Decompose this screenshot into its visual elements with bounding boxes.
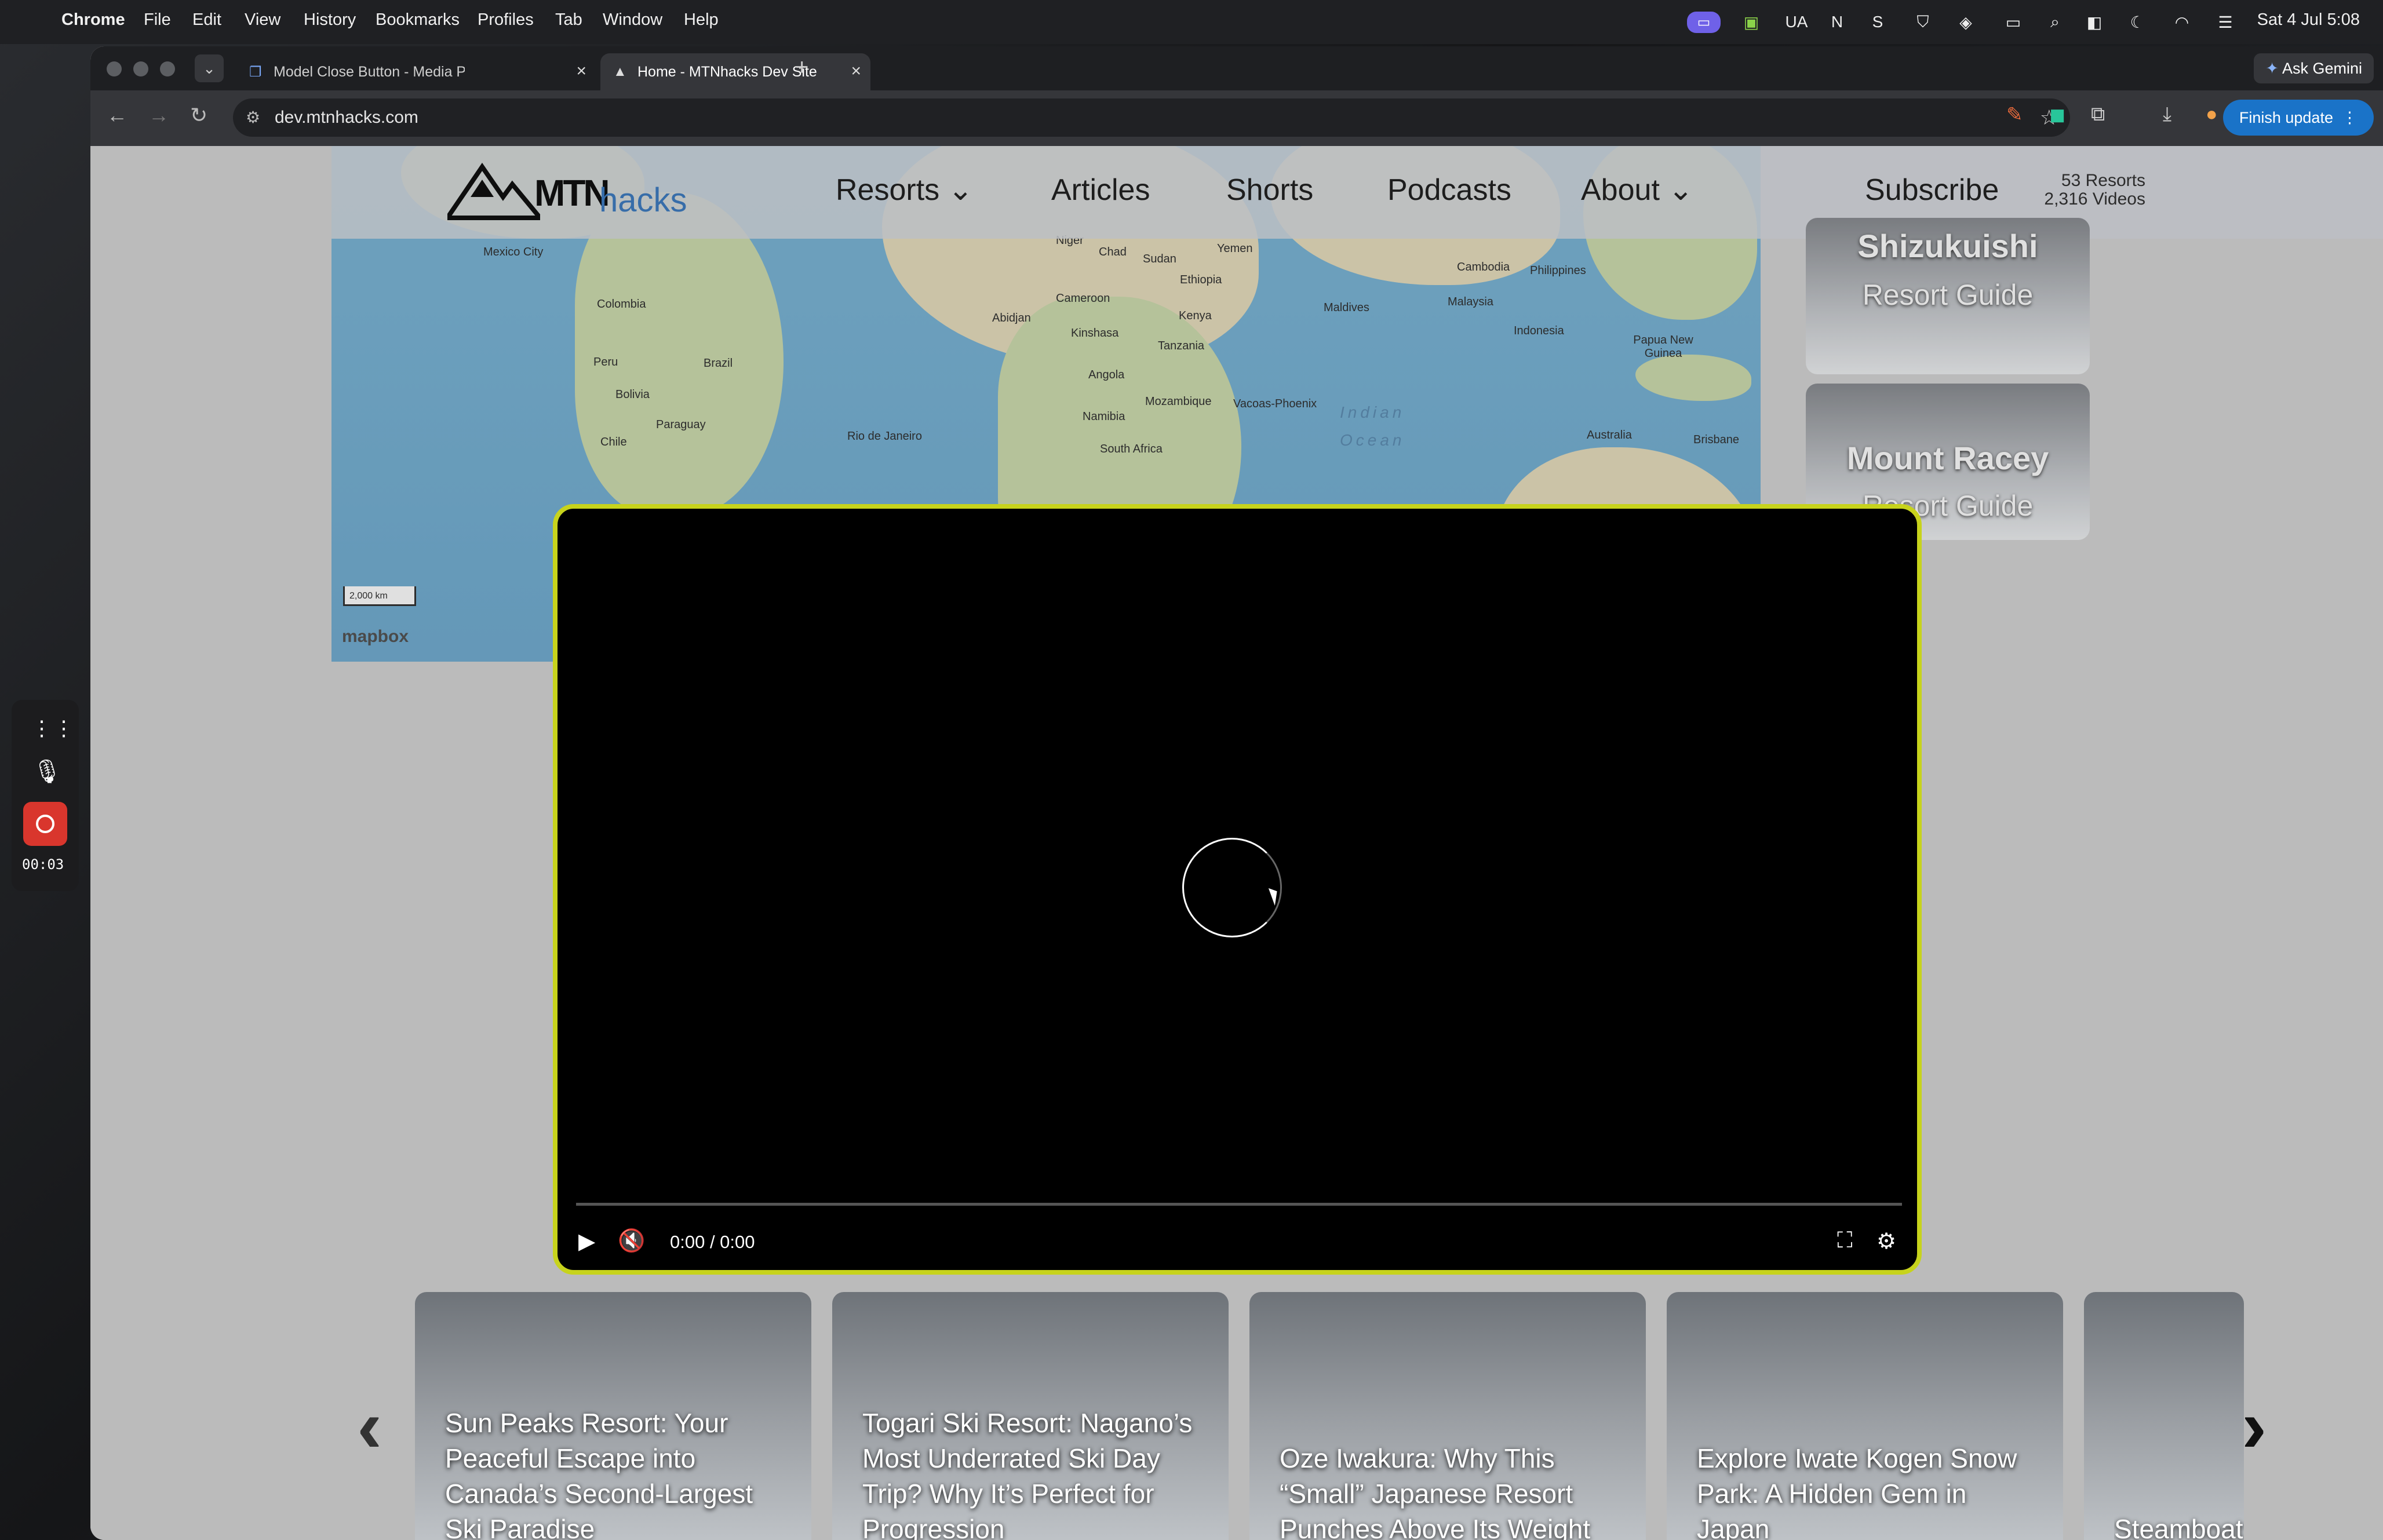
gemini-sparkle-icon: ✦ — [2265, 60, 2279, 77]
microphone-off-icon[interactable]: 🎙 — [32, 758, 62, 785]
menu-edit[interactable]: Edit — [192, 10, 221, 30]
finish-update-label: Finish update — [2239, 109, 2333, 126]
grammarly-extension-icon[interactable]: ◼ — [2049, 103, 2065, 126]
app-icon[interactable]: ▣ — [1739, 8, 1764, 36]
browser-window: ⌄ ❐ Model Close Button - Media P × ▲ Hom… — [90, 46, 2383, 1540]
screen-share-icon[interactable]: ▭ — [1681, 8, 1727, 36]
tab-model-close-button[interactable]: ❐ Model Close Button - Media P × — [236, 53, 596, 90]
battery-icon[interactable]: ▭ — [1996, 8, 2031, 36]
window-minimize-button[interactable] — [133, 61, 148, 76]
screen-recorder-widget: ⋮⋮ 🎙 00:03 — [12, 700, 79, 891]
loading-spinner — [1182, 838, 1282, 937]
menubar-clock[interactable]: Sat 4 Jul 5:08 — [2257, 10, 2360, 30]
close-icon[interactable]: × — [851, 61, 861, 81]
notion-icon[interactable]: N — [1824, 8, 1850, 36]
ask-gemini-label: Ask Gemini — [2282, 60, 2362, 77]
forward-arrow-icon[interactable]: → — [148, 103, 169, 127]
tab-mtnhacks-home[interactable]: ▲ Home - MTNhacks Dev Site × — [600, 53, 870, 90]
web-page: Mexico City Colombia Peru Brazil Bolivia… — [90, 146, 2383, 1540]
article-carousel: ‹ Sun Peaks Resort: Your Peaceful Escape… — [322, 1292, 2374, 1540]
menu-window[interactable]: Window — [603, 10, 662, 30]
window-zoom-button[interactable] — [160, 61, 175, 76]
new-tab-button[interactable]: + — [795, 54, 808, 81]
grid-dots-icon[interactable]: ⋮⋮ — [31, 716, 75, 740]
menu-file[interactable]: File — [144, 10, 171, 30]
menu-profiles[interactable]: Profiles — [478, 10, 534, 30]
recording-timer: 00:03 — [22, 856, 64, 873]
menu-tab[interactable]: Tab — [555, 10, 582, 30]
article-card[interactable]: Togari Ski Resort: Nagano’s Most Underra… — [832, 1292, 1229, 1540]
finish-update-button[interactable]: Finish update ⋮ — [2222, 100, 2374, 136]
record-icon — [36, 815, 54, 833]
chevron-left-icon[interactable]: ‹ — [357, 1382, 382, 1469]
vpn-icon[interactable]: ◈ — [1953, 8, 1978, 36]
video-progress-bar[interactable] — [576, 1203, 1902, 1206]
cast-icon[interactable]: ◧ — [2082, 8, 2107, 36]
site-settings-icon[interactable]: ⚙ — [246, 108, 260, 127]
s-icon[interactable]: S — [1865, 8, 1890, 36]
menu-app-name[interactable]: Chrome — [61, 10, 125, 30]
article-title: Explore Iwate Kogen Snow Park: A Hidden … — [1697, 1443, 2017, 1540]
fullscreen-icon[interactable]: ⛶ — [1837, 1228, 1853, 1253]
tab-title: Model Close Button - Media P — [274, 64, 465, 80]
mute-icon[interactable]: 🔇 — [618, 1228, 645, 1254]
chevron-right-icon[interactable]: › — [2242, 1382, 2267, 1469]
menu-view[interactable]: View — [245, 10, 280, 30]
play-icon[interactable]: ▶ — [578, 1228, 595, 1254]
extensions-puzzle-icon[interactable]: ⧉ — [2091, 103, 2105, 126]
profile-avatar[interactable]: ● — [2206, 103, 2218, 126]
reload-icon[interactable]: ↻ — [190, 103, 207, 127]
video-player-modal[interactable]: ▶ 🔇 0:00 / 0:00 ⛶ ⚙ — [553, 504, 1922, 1275]
ua-icon[interactable]: UA — [1780, 8, 1813, 36]
settings-icon[interactable]: ⚙ — [1876, 1228, 1896, 1254]
article-title: Togari Ski Resort: Nagano’s Most Underra… — [862, 1408, 1193, 1540]
back-arrow-icon[interactable]: ← — [107, 103, 127, 127]
tab-search-button[interactable]: ⌄ — [195, 54, 224, 82]
control-center-icon[interactable]: ☰ — [2210, 8, 2240, 36]
url-text[interactable]: dev.mtnhacks.com — [275, 108, 418, 127]
menu-history[interactable]: History — [304, 10, 356, 30]
pen-extension-icon[interactable]: ✎ — [2006, 103, 2023, 126]
menu-help[interactable]: Help — [684, 10, 719, 30]
article-card[interactable]: Sun Peaks Resort: Your Peaceful Escape i… — [415, 1292, 811, 1540]
window-close-button[interactable] — [107, 61, 122, 76]
article-title: Steamboat: Why It’s a Perfect Intermedia… — [2114, 1514, 2244, 1540]
address-bar[interactable]: ⚙ dev.mtnhacks.com ☆ — [233, 98, 2070, 137]
article-title: Sun Peaks Resort: Your Peaceful Escape i… — [445, 1408, 753, 1540]
document-icon: ❐ — [249, 64, 262, 80]
menu-bookmarks[interactable]: Bookmarks — [376, 10, 460, 30]
article-title: Oze Iwakura: Why This “Small” Japanese R… — [1280, 1443, 1591, 1540]
browser-toolbar: ← → ↻ ⚙ dev.mtnhacks.com ☆ ✎ ◼ ⧉ ⤓ ● Fin… — [90, 90, 2383, 146]
stop-recording-button[interactable] — [23, 802, 67, 846]
video-timecode: 0:00 / 0:00 — [670, 1232, 755, 1252]
mountain-favicon-icon: ▲ — [613, 64, 627, 79]
ask-gemini-button[interactable]: ✦ Ask Gemini — [2254, 53, 2374, 83]
tab-bar: ⌄ ❐ Model Close Button - Media P × ▲ Hom… — [90, 46, 2383, 90]
chevron-down-icon: ⌄ — [203, 60, 216, 77]
moon-icon[interactable]: ☾ — [2125, 8, 2150, 36]
download-icon[interactable]: ⤓ — [2163, 103, 2171, 126]
shield-icon[interactable]: ⛉ — [1910, 8, 1936, 36]
article-card[interactable]: Oze Iwakura: Why This “Small” Japanese R… — [1249, 1292, 1646, 1540]
search-icon[interactable]: ⌕ — [2042, 8, 2068, 36]
close-icon[interactable]: × — [576, 61, 586, 81]
wifi-icon[interactable]: ◠ — [2167, 8, 2196, 36]
macos-menubar: Chrome File Edit View History Bookmarks … — [0, 0, 2383, 44]
article-card[interactable]: Steamboat: Why It’s a Perfect Intermedia… — [2084, 1292, 2244, 1540]
more-vertical-icon: ⋮ — [2337, 109, 2358, 126]
video-controls: ▶ 🔇 0:00 / 0:00 ⛶ ⚙ — [558, 1224, 1917, 1264]
article-card[interactable]: Explore Iwate Kogen Snow Park: A Hidden … — [1667, 1292, 2063, 1540]
